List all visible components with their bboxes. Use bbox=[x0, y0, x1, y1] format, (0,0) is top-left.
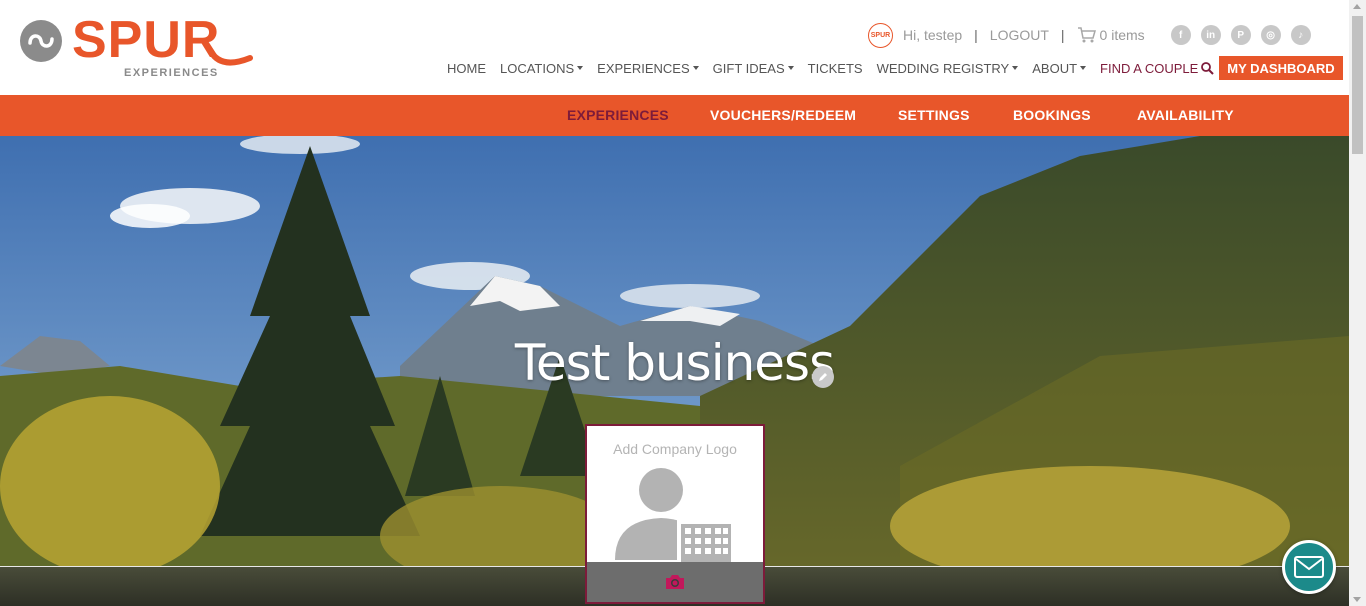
nav-home[interactable]: HOME bbox=[447, 61, 486, 76]
pinterest-icon[interactable]: P bbox=[1230, 25, 1251, 45]
logout-link[interactable]: LOGOUT bbox=[990, 27, 1049, 43]
nav-gift-ideas[interactable]: GIFT IDEAS bbox=[713, 61, 794, 76]
cart-icon bbox=[1077, 27, 1096, 43]
nav-home-label: HOME bbox=[447, 60, 486, 76]
chevron-down-icon bbox=[787, 66, 794, 70]
user-avatar[interactable]: SPUR bbox=[868, 22, 893, 48]
spur-logo-subtitle: EXPERIENCES bbox=[124, 67, 219, 79]
edit-pencil-icon[interactable] bbox=[812, 366, 834, 388]
linkedin-icon[interactable]: in bbox=[1200, 25, 1221, 45]
nav-wedding-registry-label: WEDDING REGISTRY bbox=[876, 60, 1010, 76]
subnav-experiences[interactable]: EXPERIENCES bbox=[567, 107, 669, 123]
scroll-down-arrow-icon[interactable] bbox=[1353, 597, 1361, 602]
site-header: SPUR EXPERIENCES SPUR Hi, testep | LOGOU… bbox=[0, 0, 1349, 95]
main-nav: HOME LOCATIONS EXPERIENCES GIFT IDEAS TI… bbox=[440, 56, 1343, 80]
tiktok-icon[interactable]: ♪ bbox=[1290, 25, 1311, 45]
add-company-logo-label: Add Company Logo bbox=[613, 441, 737, 457]
nav-locations-label: LOCATIONS bbox=[500, 60, 575, 76]
nav-about-label: ABOUT bbox=[1032, 60, 1078, 76]
hero-banner: Test business Add Company Logo bbox=[0, 136, 1349, 606]
page: SPUR EXPERIENCES SPUR Hi, testep | LOGOU… bbox=[0, 0, 1366, 606]
dashboard-subnav: EXPERIENCES VOUCHERS/REDEEM SETTINGS BOO… bbox=[0, 95, 1349, 136]
subnav-bookings[interactable]: BOOKINGS bbox=[1013, 107, 1091, 123]
page-scrollbar[interactable] bbox=[1349, 0, 1366, 606]
greeting-link[interactable]: Hi, testep bbox=[903, 27, 962, 43]
nav-tickets[interactable]: TICKETS bbox=[808, 61, 863, 76]
separator: | bbox=[974, 27, 978, 43]
chat-button[interactable] bbox=[1282, 540, 1336, 594]
nav-about[interactable]: ABOUT bbox=[1032, 60, 1087, 76]
my-dashboard-button[interactable]: MY DASHBOARD bbox=[1219, 56, 1343, 80]
upload-photo-bar[interactable] bbox=[587, 562, 763, 602]
chevron-down-icon bbox=[1080, 66, 1087, 70]
instagram-icon[interactable]: ◎ bbox=[1260, 25, 1281, 45]
subnav-availability[interactable]: AVAILABILITY bbox=[1137, 107, 1234, 123]
chevron-down-icon bbox=[577, 66, 584, 70]
camera-icon bbox=[666, 575, 684, 589]
social-links: f in P ◎ ♪ bbox=[1170, 25, 1311, 45]
nav-wedding-registry[interactable]: WEDDING REGISTRY bbox=[877, 61, 1019, 76]
find-a-couple-label: FIND A COUPLE bbox=[1100, 60, 1199, 76]
chevron-down-icon bbox=[692, 66, 699, 70]
company-logo-upload[interactable]: Add Company Logo bbox=[585, 424, 765, 604]
scroll-thumb[interactable] bbox=[1352, 16, 1363, 154]
facebook-icon[interactable]: f bbox=[1170, 25, 1191, 45]
subnav-settings[interactable]: SETTINGS bbox=[898, 107, 970, 123]
nav-tickets-label: TICKETS bbox=[807, 60, 863, 76]
nav-experiences[interactable]: EXPERIENCES bbox=[597, 60, 699, 76]
cart-count: 0 items bbox=[1099, 27, 1145, 43]
cart-link[interactable]: 0 items bbox=[1077, 27, 1145, 43]
business-title: Test business bbox=[514, 334, 835, 392]
mail-icon bbox=[1294, 556, 1324, 578]
nav-locations[interactable]: LOCATIONS bbox=[500, 60, 584, 76]
chevron-down-icon bbox=[1012, 66, 1019, 70]
scroll-up-arrow-icon[interactable] bbox=[1353, 4, 1361, 9]
search-icon bbox=[1201, 61, 1214, 75]
spur-logo-mark-icon bbox=[20, 20, 62, 62]
spur-logo-wordmark: SPUR bbox=[72, 11, 221, 69]
main-viewport: SPUR EXPERIENCES SPUR Hi, testep | LOGOU… bbox=[0, 0, 1349, 606]
company-placeholder-icon bbox=[615, 468, 733, 562]
spur-logo-tail-icon bbox=[208, 47, 253, 66]
user-topbar: SPUR Hi, testep | LOGOUT | 0 items f in … bbox=[868, 22, 1311, 48]
spur-logo[interactable]: SPUR EXPERIENCES bbox=[18, 11, 253, 84]
subnav-vouchers-redeem[interactable]: VOUCHERS/REDEEM bbox=[710, 107, 856, 123]
find-a-couple-link[interactable]: FIND A COUPLE bbox=[1100, 61, 1214, 76]
nav-gift-ideas-label: GIFT IDEAS bbox=[712, 60, 785, 76]
separator: | bbox=[1060, 27, 1065, 43]
nav-experiences-label: EXPERIENCES bbox=[597, 60, 690, 76]
